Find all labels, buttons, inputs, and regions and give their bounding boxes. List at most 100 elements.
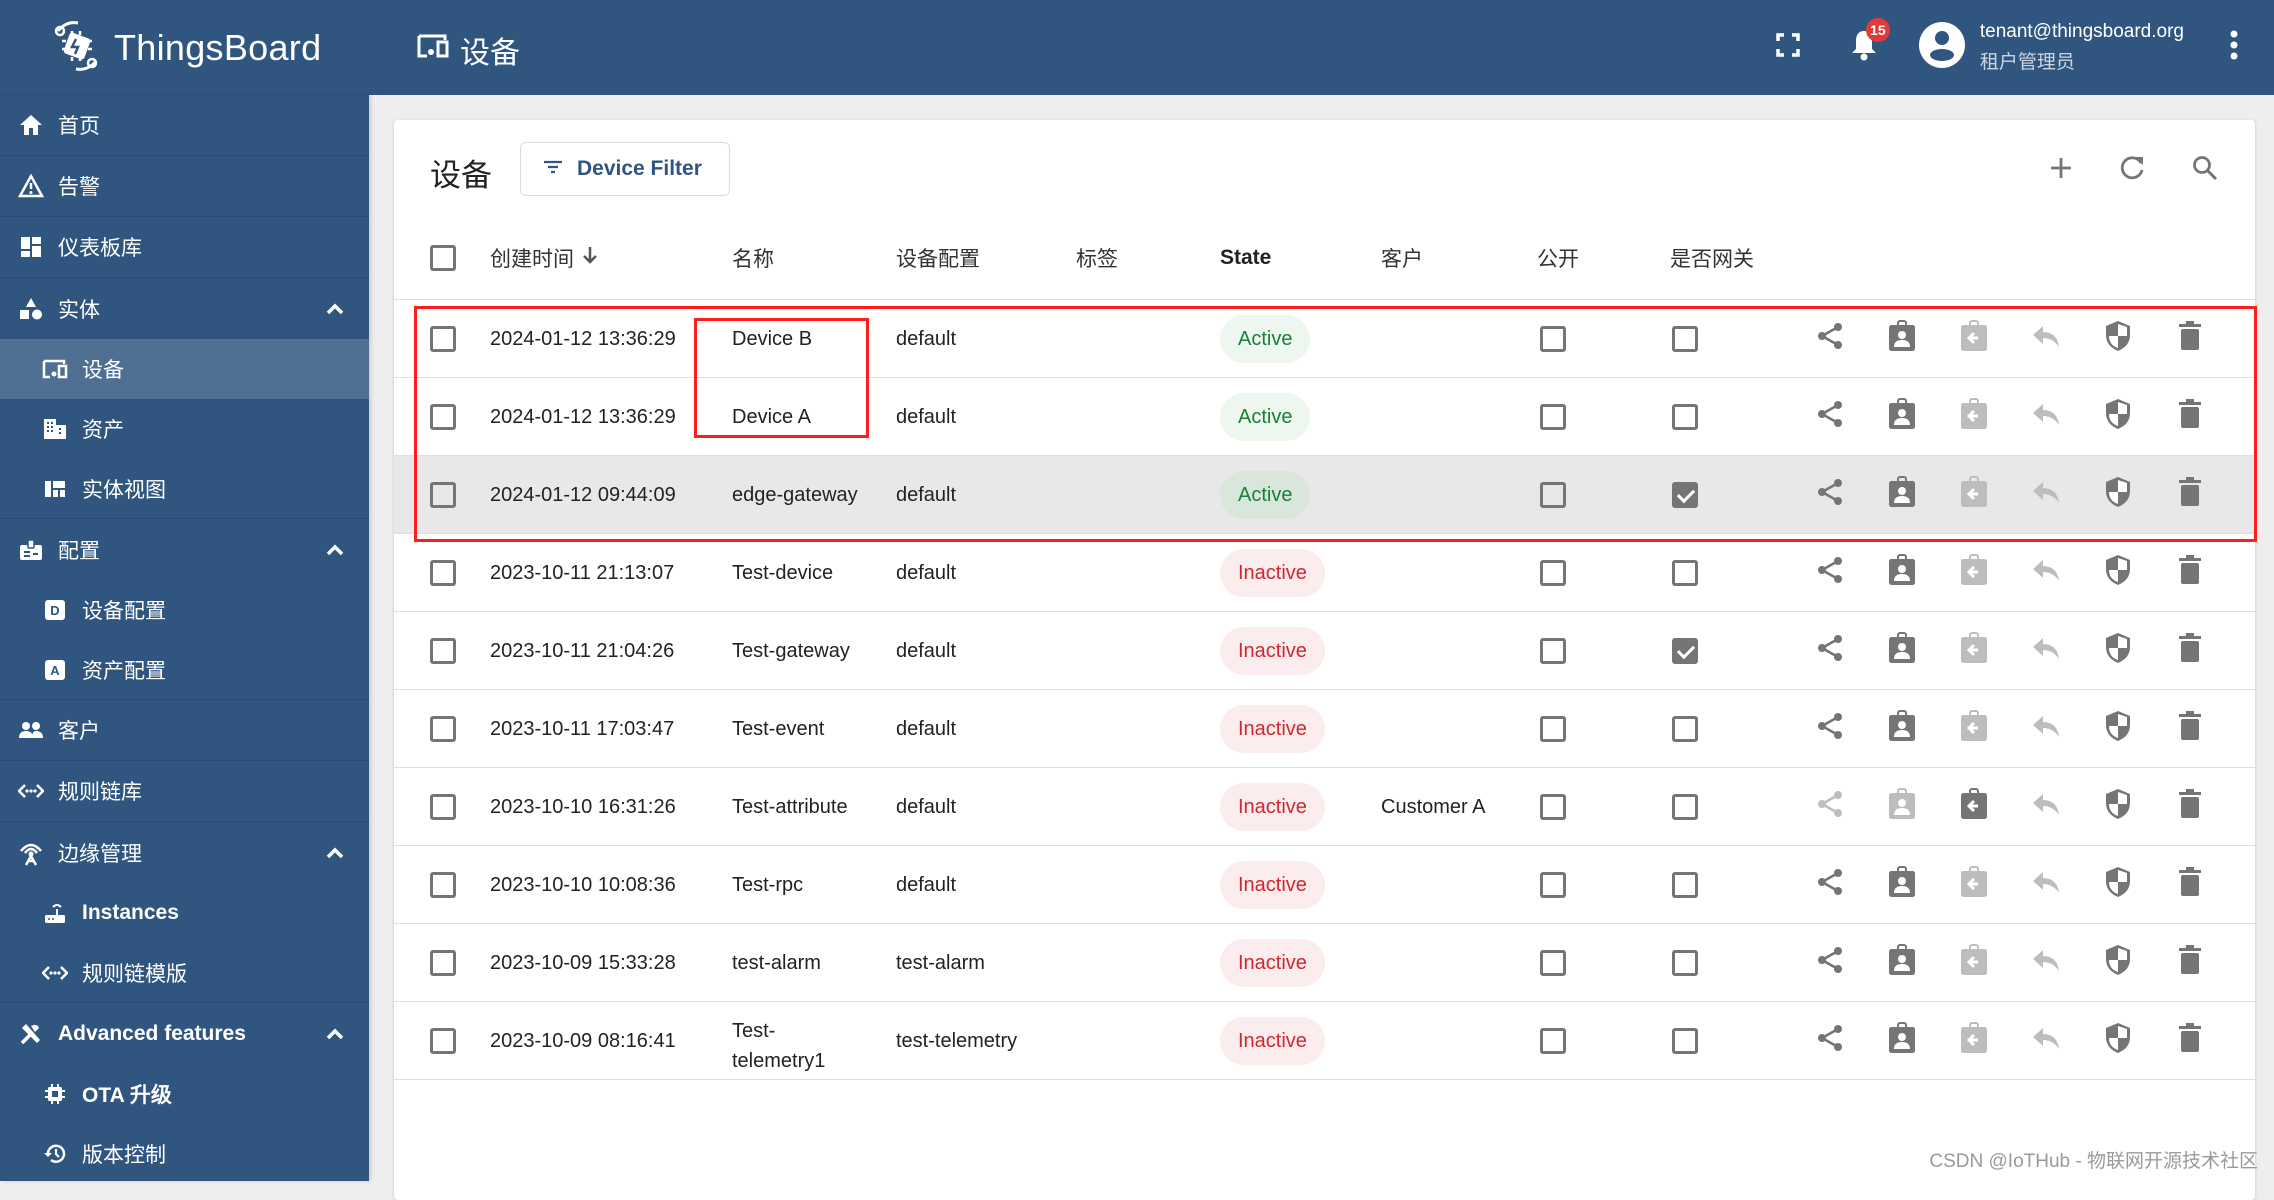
table-row[interactable]: 2023-10-09 15:33:28 test-alarm test-alar… — [394, 924, 2255, 1002]
column-name[interactable]: 名称 — [732, 216, 774, 300]
row-select-checkbox[interactable] — [430, 326, 456, 352]
notifications-button[interactable]: 15 — [1828, 12, 1900, 84]
table-row[interactable]: 2024-01-12 13:36:29 Device A default Act… — [394, 378, 2255, 456]
share-button[interactable] — [1794, 459, 1866, 531]
share-button[interactable] — [1794, 771, 1866, 843]
unassign-from-customer-button[interactable] — [1938, 459, 2010, 531]
manage-credentials-button[interactable] — [2082, 615, 2154, 687]
unassign-from-customer-button[interactable] — [1938, 771, 2010, 843]
sidebar-item-device-profiles[interactable]: D 设备配置 — [0, 580, 369, 640]
share-button[interactable] — [1794, 381, 1866, 453]
add-device-button[interactable] — [2031, 140, 2091, 200]
unassign-from-customer-button[interactable] — [1938, 303, 2010, 375]
share-button[interactable] — [1794, 693, 1866, 765]
delete-button[interactable] — [2154, 849, 2226, 921]
sidebar-item-entities[interactable]: 实体 — [0, 278, 369, 339]
table-row[interactable]: 2023-10-10 10:08:36 Test-rpc default Ina… — [394, 846, 2255, 924]
sidebar-item-advanced-features[interactable]: Advanced features — [0, 1003, 369, 1064]
manage-credentials-button[interactable] — [2082, 771, 2154, 843]
delete-button[interactable] — [2154, 615, 2226, 687]
select-all-checkbox[interactable] — [430, 245, 456, 271]
sidebar-item-devices[interactable]: 设备 — [0, 339, 369, 399]
more-menu-button[interactable] — [2204, 12, 2264, 84]
assign-to-customer-button[interactable] — [1866, 1005, 1938, 1077]
sidebar-item-edge-management[interactable]: 边缘管理 — [0, 822, 369, 883]
unassign-from-customer-button[interactable] — [1938, 381, 2010, 453]
unassign-from-customer-button[interactable] — [1938, 537, 2010, 609]
column-created-time[interactable]: 创建时间 — [490, 216, 598, 300]
sidebar-item-asset-profiles[interactable]: A 资产配置 — [0, 640, 369, 700]
fullscreen-button[interactable] — [1752, 12, 1824, 84]
manage-credentials-button[interactable] — [2082, 1005, 2154, 1077]
assign-to-customer-button[interactable] — [1866, 537, 1938, 609]
sidebar-item-edge-rule-chain-templates[interactable]: 规则链模版 — [0, 943, 369, 1003]
assign-to-customer-button[interactable] — [1866, 771, 1938, 843]
row-select-checkbox[interactable] — [430, 1028, 456, 1054]
logo[interactable]: ThingsBoard — [48, 18, 321, 78]
unassign-from-edge-button[interactable] — [2010, 849, 2082, 921]
unassign-from-edge-button[interactable] — [2010, 537, 2082, 609]
sidebar-item-entity-views[interactable]: 实体视图 — [0, 459, 369, 519]
delete-button[interactable] — [2154, 693, 2226, 765]
table-row[interactable]: 2023-10-10 16:31:26 Test-attribute defau… — [394, 768, 2255, 846]
row-select-checkbox[interactable] — [430, 716, 456, 742]
share-button[interactable] — [1794, 849, 1866, 921]
unassign-from-customer-button[interactable] — [1938, 849, 2010, 921]
manage-credentials-button[interactable] — [2082, 849, 2154, 921]
manage-credentials-button[interactable] — [2082, 459, 2154, 531]
table-row[interactable]: 2024-01-12 09:44:09 edge-gateway default… — [394, 456, 2255, 534]
delete-button[interactable] — [2154, 1005, 2226, 1077]
share-button[interactable] — [1794, 615, 1866, 687]
row-select-checkbox[interactable] — [430, 950, 456, 976]
column-label[interactable]: 标签 — [1076, 216, 1118, 300]
chevron-up-icon[interactable] — [323, 297, 347, 321]
sidebar-item-ota-updates[interactable]: OTA 升级 — [0, 1064, 369, 1124]
table-row[interactable]: 2023-10-11 21:13:07 Test-device default … — [394, 534, 2255, 612]
unassign-from-customer-button[interactable] — [1938, 693, 2010, 765]
unassign-from-edge-button[interactable] — [2010, 771, 2082, 843]
unassign-from-customer-button[interactable] — [1938, 615, 2010, 687]
unassign-from-edge-button[interactable] — [2010, 1005, 2082, 1077]
sidebar-item-customers[interactable]: 客户 — [0, 700, 369, 761]
unassign-from-customer-button[interactable] — [1938, 1005, 2010, 1077]
sidebar-item-home[interactable]: 首页 — [0, 95, 369, 156]
unassign-from-edge-button[interactable] — [2010, 927, 2082, 999]
unassign-from-edge-button[interactable] — [2010, 381, 2082, 453]
table-row[interactable]: 2023-10-11 17:03:47 Test-event default I… — [394, 690, 2255, 768]
manage-credentials-button[interactable] — [2082, 303, 2154, 375]
unassign-from-customer-button[interactable] — [1938, 927, 2010, 999]
sidebar-item-version-control[interactable]: 版本控制 — [0, 1124, 369, 1184]
share-button[interactable] — [1794, 303, 1866, 375]
sidebar-item-profiles[interactable]: 配置 — [0, 519, 369, 580]
assign-to-customer-button[interactable] — [1866, 849, 1938, 921]
unassign-from-edge-button[interactable] — [2010, 459, 2082, 531]
share-button[interactable] — [1794, 1005, 1866, 1077]
delete-button[interactable] — [2154, 537, 2226, 609]
table-row[interactable]: 2024-01-12 13:36:29 Device B default Act… — [394, 300, 2255, 378]
search-button[interactable] — [2175, 140, 2235, 200]
device-filter-button[interactable]: Device Filter — [520, 142, 730, 196]
column-is-gateway[interactable]: 是否网关 — [1670, 216, 1754, 300]
manage-credentials-button[interactable] — [2082, 693, 2154, 765]
assign-to-customer-button[interactable] — [1866, 615, 1938, 687]
delete-button[interactable] — [2154, 771, 2226, 843]
delete-button[interactable] — [2154, 927, 2226, 999]
sidebar-item-rule-chains[interactable]: 规则链库 — [0, 761, 369, 822]
row-select-checkbox[interactable] — [430, 482, 456, 508]
unassign-from-edge-button[interactable] — [2010, 615, 2082, 687]
row-select-checkbox[interactable] — [430, 872, 456, 898]
delete-button[interactable] — [2154, 459, 2226, 531]
unassign-from-edge-button[interactable] — [2010, 303, 2082, 375]
refresh-button[interactable] — [2103, 140, 2163, 200]
sidebar-item-assets[interactable]: 资产 — [0, 399, 369, 459]
column-state[interactable]: State — [1220, 216, 1271, 300]
manage-credentials-button[interactable] — [2082, 927, 2154, 999]
delete-button[interactable] — [2154, 303, 2226, 375]
table-row[interactable]: 2023-10-11 21:04:26 Test-gateway default… — [394, 612, 2255, 690]
row-select-checkbox[interactable] — [430, 638, 456, 664]
sidebar-item-edge-instances[interactable]: Instances — [0, 883, 369, 943]
assign-to-customer-button[interactable] — [1866, 927, 1938, 999]
manage-credentials-button[interactable] — [2082, 381, 2154, 453]
delete-button[interactable] — [2154, 381, 2226, 453]
table-row[interactable]: 2023-10-09 08:16:41 Test-telemetry1 test… — [394, 1002, 2255, 1080]
